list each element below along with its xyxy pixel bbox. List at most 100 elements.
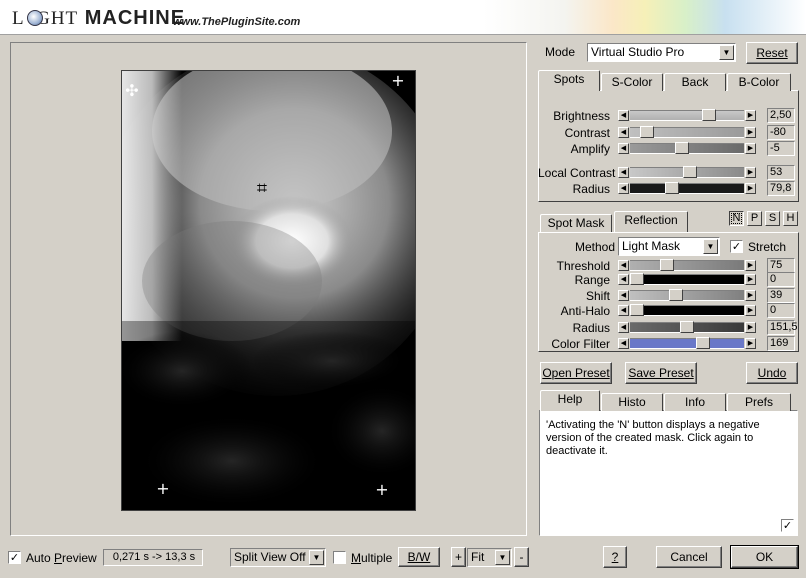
help-button[interactable]: ? bbox=[603, 546, 627, 568]
chevron-right-icon[interactable]: ▶ bbox=[745, 322, 756, 333]
chevron-down-icon[interactable]: ▼ bbox=[703, 239, 718, 254]
slider-thumb[interactable] bbox=[669, 289, 683, 301]
chevron-right-icon[interactable]: ▶ bbox=[745, 338, 756, 349]
radius-slider[interactable]: ◀ ▶ bbox=[618, 182, 756, 194]
slider-thumb[interactable] bbox=[665, 182, 679, 194]
slider-track[interactable] bbox=[630, 338, 744, 349]
chevron-right-icon[interactable]: ▶ bbox=[745, 305, 756, 316]
chevron-left-icon[interactable]: ◀ bbox=[618, 338, 629, 349]
mask-radius-slider[interactable]: ◀ ▶ bbox=[618, 321, 756, 333]
slider-thumb[interactable] bbox=[683, 166, 697, 178]
tab-help[interactable]: Help bbox=[540, 390, 600, 411]
mask-range-slider[interactable]: ◀ ▶ bbox=[618, 273, 756, 285]
chevron-down-icon[interactable]: ▼ bbox=[309, 550, 324, 565]
mask-color-filter-slider[interactable]: ◀ ▶ bbox=[618, 337, 756, 349]
brightness-value[interactable]: 2,50 bbox=[767, 108, 795, 123]
mask-anti-halo-slider[interactable]: ◀ ▶ bbox=[618, 304, 756, 316]
slider-track[interactable] bbox=[630, 183, 744, 194]
site-url[interactable]: www.ThePluginSite.com bbox=[173, 16, 300, 28]
tab-back[interactable]: Back bbox=[664, 73, 726, 91]
tab-bcolor[interactable]: B-Color bbox=[727, 73, 791, 91]
chevron-right-icon[interactable]: ▶ bbox=[745, 167, 756, 178]
mode-select[interactable]: Virtual Studio Pro ▼ bbox=[587, 43, 736, 62]
multiple-checkbox[interactable] bbox=[333, 551, 346, 564]
chevron-left-icon[interactable]: ◀ bbox=[618, 183, 629, 194]
zoom-out-button[interactable]: - bbox=[514, 547, 529, 567]
amplify-slider[interactable]: ◀ ▶ bbox=[618, 142, 756, 154]
slider-track[interactable] bbox=[630, 305, 744, 316]
mask-range-value[interactable]: 0 bbox=[767, 272, 795, 287]
mask-anti-halo-value[interactable]: 0 bbox=[767, 303, 795, 318]
slider-track[interactable] bbox=[630, 110, 744, 121]
local-contrast-value[interactable]: 53 bbox=[767, 165, 795, 180]
tab-reflection[interactable]: Reflection bbox=[614, 211, 688, 232]
contrast-value[interactable]: -80 bbox=[767, 125, 795, 140]
chevron-left-icon[interactable]: ◀ bbox=[618, 167, 629, 178]
tab-prefs[interactable]: Prefs bbox=[727, 393, 791, 411]
brightness-slider[interactable]: ◀ ▶ bbox=[618, 109, 756, 121]
slider-thumb[interactable] bbox=[675, 142, 689, 154]
slider-thumb[interactable] bbox=[702, 109, 716, 121]
slider-track[interactable] bbox=[630, 274, 744, 285]
chevron-right-icon[interactable]: ▶ bbox=[745, 260, 756, 271]
reset-button[interactable]: Reset bbox=[746, 42, 798, 64]
chevron-left-icon[interactable]: ◀ bbox=[618, 127, 629, 138]
chevron-right-icon[interactable]: ▶ bbox=[745, 143, 756, 154]
chevron-down-icon[interactable]: ▼ bbox=[719, 45, 734, 60]
chevron-right-icon[interactable]: ▶ bbox=[745, 290, 756, 301]
slider-thumb[interactable] bbox=[696, 337, 710, 349]
ok-button[interactable]: OK bbox=[730, 545, 799, 569]
open-preset-button[interactable]: Open Preset bbox=[540, 362, 612, 384]
mask-threshold-slider[interactable]: ◀ ▶ bbox=[618, 259, 756, 271]
amplify-value[interactable]: -5 bbox=[767, 141, 795, 156]
slider-thumb[interactable] bbox=[630, 273, 644, 285]
save-preset-button[interactable]: Save Preset bbox=[625, 362, 697, 384]
light-spot-marker[interactable]: + bbox=[155, 481, 171, 497]
slider-track[interactable] bbox=[630, 260, 744, 271]
slider-track[interactable] bbox=[630, 290, 744, 301]
tab-spots[interactable]: Spots bbox=[538, 70, 600, 91]
split-view-select[interactable]: Split View Off ▼ bbox=[230, 548, 326, 567]
mask-radius-value[interactable]: 151,5 bbox=[767, 320, 798, 335]
mask-button-n[interactable]: N bbox=[729, 211, 744, 226]
chevron-right-icon[interactable]: ▶ bbox=[745, 183, 756, 194]
mask-threshold-value[interactable]: 75 bbox=[767, 258, 795, 273]
stretch-checkbox[interactable]: ✓ bbox=[730, 240, 743, 253]
bw-button[interactable]: B/W bbox=[398, 547, 440, 567]
chevron-left-icon[interactable]: ◀ bbox=[618, 143, 629, 154]
chevron-down-icon[interactable]: ▼ bbox=[495, 550, 510, 565]
chevron-left-icon[interactable]: ◀ bbox=[618, 290, 629, 301]
mask-button-s[interactable]: S bbox=[765, 211, 780, 226]
chevron-left-icon[interactable]: ◀ bbox=[618, 305, 629, 316]
auto-preview-checkbox[interactable]: ✓ bbox=[8, 551, 21, 564]
chevron-right-icon[interactable]: ▶ bbox=[745, 274, 756, 285]
tab-histo[interactable]: Histo bbox=[601, 393, 663, 411]
help-checkbox[interactable]: ✓ bbox=[781, 519, 794, 532]
chevron-left-icon[interactable]: ◀ bbox=[618, 110, 629, 121]
chevron-right-icon[interactable]: ▶ bbox=[745, 110, 756, 121]
mask-button-p[interactable]: P bbox=[747, 211, 762, 226]
chevron-right-icon[interactable]: ▶ bbox=[745, 127, 756, 138]
chevron-left-icon[interactable]: ◀ bbox=[618, 260, 629, 271]
zoom-select[interactable]: Fit ▼ bbox=[467, 548, 512, 567]
method-select[interactable]: Light Mask ▼ bbox=[618, 237, 720, 256]
mask-shift-slider[interactable]: ◀ ▶ bbox=[618, 289, 756, 301]
tab-scolor[interactable]: S-Color bbox=[601, 73, 663, 91]
local-contrast-slider[interactable]: ◀ ▶ bbox=[618, 166, 756, 178]
light-spot-marker[interactable]: + bbox=[390, 73, 406, 89]
preview-image[interactable]: ✣ + ⌗ + + bbox=[121, 70, 416, 511]
contrast-slider[interactable]: ◀ ▶ bbox=[618, 126, 756, 138]
tab-spot-mask[interactable]: Spot Mask bbox=[540, 214, 612, 232]
slider-thumb[interactable] bbox=[640, 126, 654, 138]
slider-thumb[interactable] bbox=[680, 321, 694, 333]
light-spot-marker[interactable]: + bbox=[374, 482, 390, 498]
cancel-button[interactable]: Cancel bbox=[656, 546, 722, 568]
mask-button-h[interactable]: H bbox=[783, 211, 798, 226]
zoom-in-button[interactable]: + bbox=[451, 547, 466, 567]
light-spot-marker[interactable]: ✣ bbox=[124, 83, 140, 99]
selected-spot-marker[interactable]: ⌗ bbox=[254, 180, 270, 198]
slider-thumb[interactable] bbox=[630, 304, 644, 316]
mask-shift-value[interactable]: 39 bbox=[767, 288, 795, 303]
mask-color-filter-value[interactable]: 169 bbox=[767, 336, 795, 351]
chevron-left-icon[interactable]: ◀ bbox=[618, 322, 629, 333]
